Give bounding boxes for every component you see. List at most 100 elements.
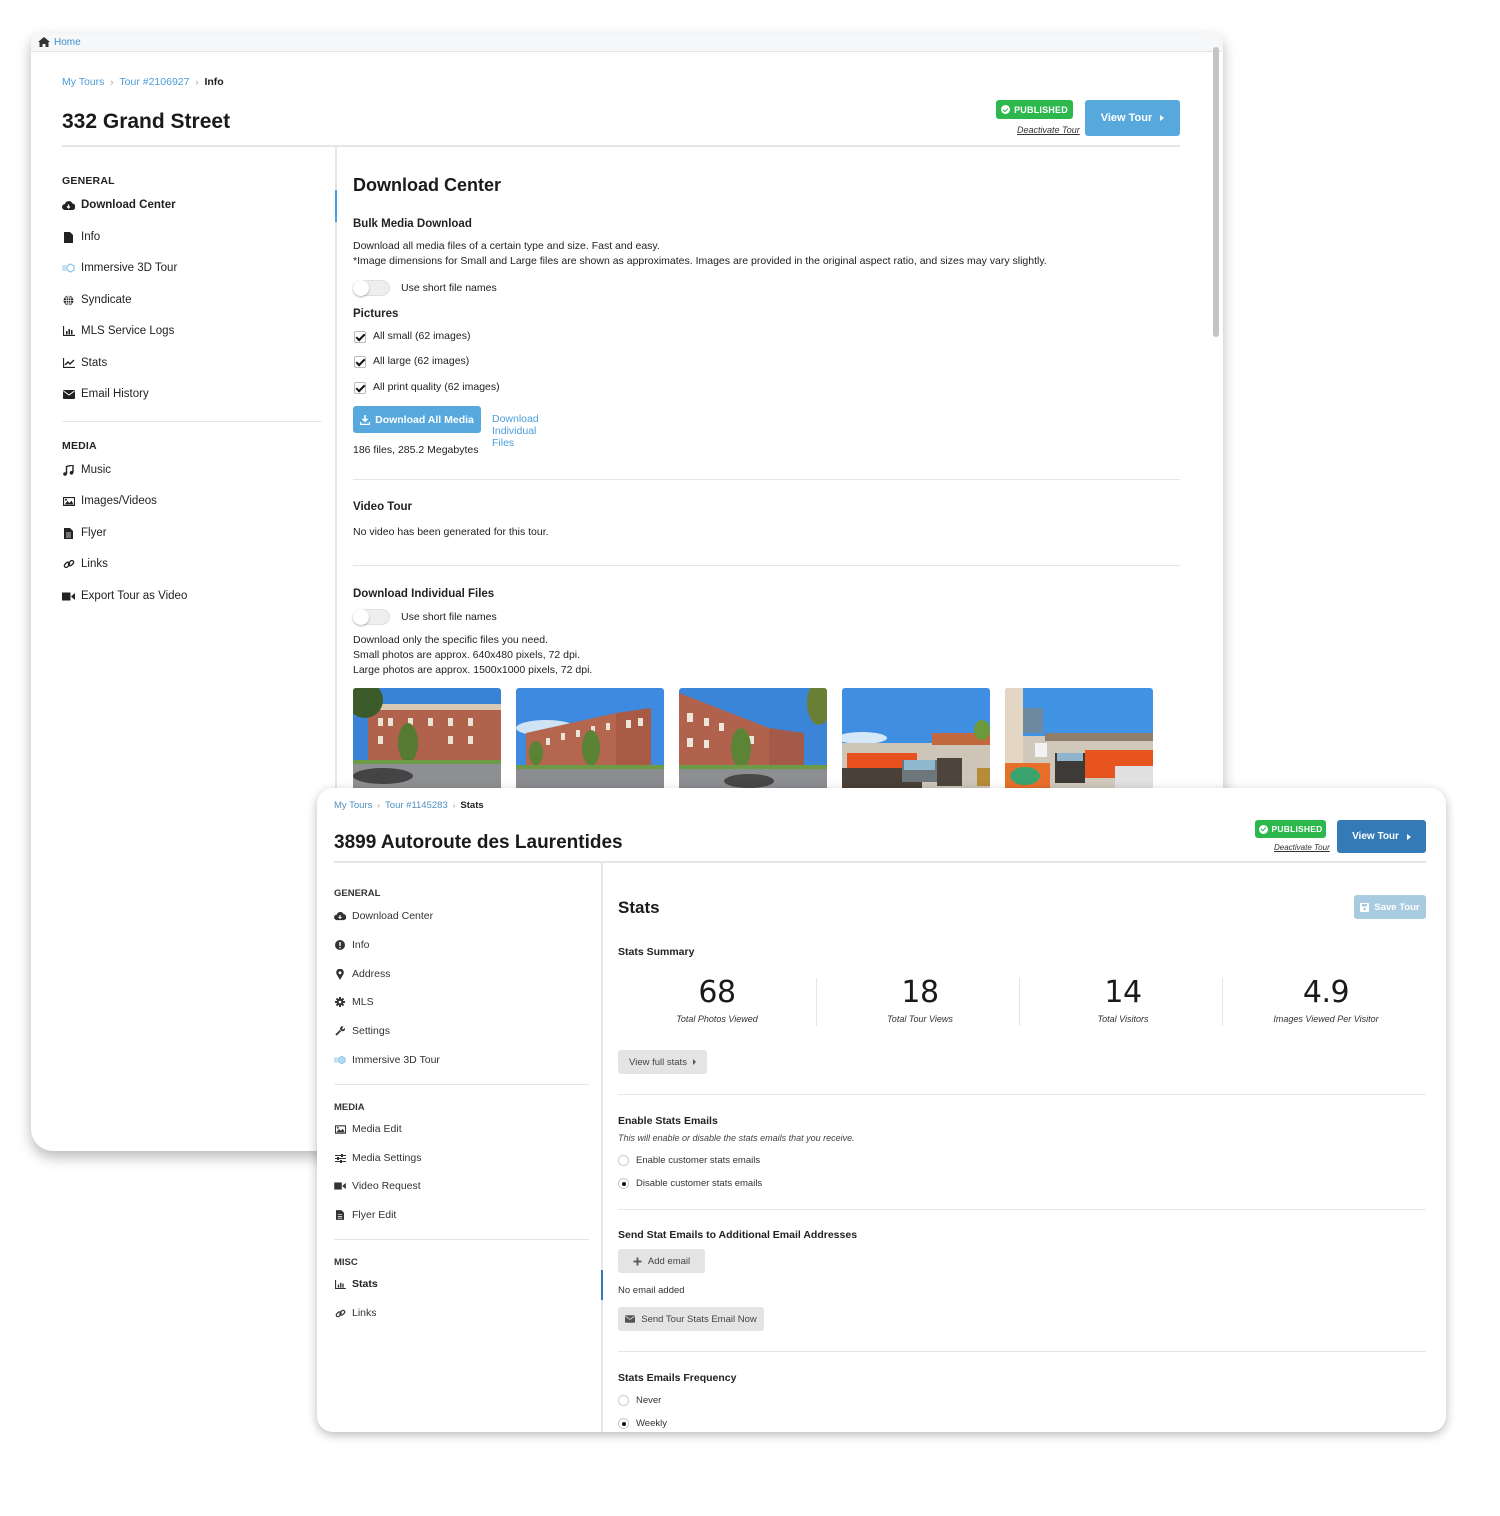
photo-thumbnail[interactable] <box>516 688 664 788</box>
view-tour-label: View Tour <box>1100 112 1153 124</box>
photo-thumbnail[interactable] <box>679 688 827 788</box>
radio-disable-customer-stats-emails[interactable] <box>618 1178 629 1189</box>
sidebar-item-label: Video Request <box>352 1180 421 1192</box>
sidebar-item-email-history[interactable]: Email History <box>62 388 149 400</box>
breadcrumb-tour[interactable]: Tour #1145283 <box>385 800 448 811</box>
sidebar-item-download-center[interactable]: Download Center <box>334 910 433 922</box>
sidebar-item-music[interactable]: Music <box>62 464 111 476</box>
sidebar-item-flyer[interactable]: Flyer <box>62 527 107 539</box>
individual-short-file-names-toggle[interactable] <box>353 609 390 625</box>
sidebar-item-export-tour-as-video[interactable]: Export Tour as Video <box>62 590 187 602</box>
view-full-stats-button[interactable]: View full stats <box>618 1050 707 1074</box>
scrollbar-thumb[interactable] <box>1213 47 1219 337</box>
stat-value: 18 <box>901 975 939 1010</box>
individual-files-heading: Download Individual Files <box>353 588 495 600</box>
sidebar-item-stats[interactable]: Stats <box>62 357 107 369</box>
radio-enable-customer-stats-emails[interactable] <box>618 1155 629 1166</box>
sidebar-item-info[interactable]: Info <box>62 231 100 243</box>
stat-total-visitors: 14 Total Visitors <box>1023 975 1223 1024</box>
bulk-download-heading: Bulk Media Download <box>353 218 472 230</box>
sidebar-item-label: Download Center <box>81 199 176 211</box>
radio-weekly[interactable] <box>618 1418 629 1429</box>
checkbox-all-small[interactable] <box>354 331 366 343</box>
sidebar-item-links[interactable]: Links <box>62 558 108 570</box>
checkbox-all-print-quality[interactable] <box>354 382 366 394</box>
breadcrumb-tour[interactable]: Tour #2106927 <box>119 76 189 88</box>
send-tour-stats-email-button[interactable]: Send Tour Stats Email Now <box>618 1307 764 1331</box>
sidebar-section-divider <box>334 1084 589 1085</box>
checkbox-label: All small (62 images) <box>373 330 471 342</box>
breadcrumb-my-tours[interactable]: My Tours <box>334 800 372 811</box>
sidebar-item-syndicate[interactable]: Syndicate <box>62 294 132 306</box>
breadcrumb-current: Info <box>204 76 224 88</box>
sidebar-item-images-videos[interactable]: Images/Videos <box>62 495 157 507</box>
sidebar-item-label: Images/Videos <box>81 495 157 507</box>
front-window: My Tours › Tour #1145283 › Stats 3899 Au… <box>317 788 1446 1432</box>
radio-never[interactable] <box>618 1395 629 1406</box>
caret-right-icon <box>1160 115 1165 121</box>
page-title: 3899 Autoroute des Laurentides <box>334 832 623 853</box>
active-section-indicator <box>601 1270 603 1300</box>
enable-stats-emails-heading: Enable Stats Emails <box>618 1115 718 1127</box>
no-email-text: No email added <box>618 1285 685 1296</box>
status-badge: PUBLISHED <box>1255 820 1326 838</box>
sidebar-item-label: Links <box>81 558 108 570</box>
townhouse-photo <box>516 688 664 788</box>
sidebar-item-stats[interactable]: Stats <box>334 1278 378 1290</box>
sidebar-item-mls-service-logs[interactable]: MLS Service Logs <box>62 325 174 337</box>
radio-label: Enable customer stats emails <box>636 1155 761 1166</box>
sidebar-item-info[interactable]: Info <box>334 939 370 951</box>
deactivate-tour-link[interactable]: Deactivate Tour <box>1017 125 1080 135</box>
sidebar-item-immersive-3d-tour[interactable]: Immersive 3D Tour <box>62 262 177 274</box>
download-all-media-button[interactable]: Download All Media <box>353 406 481 433</box>
add-email-button[interactable]: Add email <box>618 1249 705 1273</box>
breadcrumb-my-tours[interactable]: My Tours <box>62 76 104 88</box>
stat-label: Total Tour Views <box>887 1014 953 1024</box>
breadcrumb-separator: › <box>452 801 456 810</box>
short-file-names-toggle[interactable] <box>353 280 390 296</box>
download-icon <box>360 414 371 425</box>
bulk-download-note: *Image dimensions for Small and Large fi… <box>353 255 1047 267</box>
large-photo-spec: Large photos are approx. 1500x1000 pixel… <box>353 664 593 676</box>
sidebar-item-label: Media Settings <box>352 1152 422 1164</box>
frequency-heading: Stats Emails Frequency <box>618 1372 737 1384</box>
sidebar-item-settings[interactable]: Settings <box>334 1025 390 1037</box>
sidebar-item-links[interactable]: Links <box>334 1307 377 1319</box>
page-title: 332 Grand Street <box>62 110 231 133</box>
home-icon <box>38 37 50 47</box>
sidebar-item-media-settings[interactable]: Media Settings <box>334 1152 421 1164</box>
save-tour-label: Save Tour <box>1374 901 1420 913</box>
stat-value: 14 <box>1104 975 1142 1010</box>
info-circle-icon <box>334 940 346 951</box>
photo-thumbnail[interactable] <box>353 688 501 788</box>
view-tour-button[interactable]: View Tour <box>1337 820 1426 853</box>
stat-value: 68 <box>698 975 736 1010</box>
sidebar-item-video-request[interactable]: Video Request <box>334 1180 421 1192</box>
status-badge-label: PUBLISHED <box>1014 104 1068 115</box>
photo-thumbnail[interactable] <box>842 688 990 788</box>
photo-thumbnail[interactable] <box>1005 688 1153 788</box>
active-section-indicator <box>335 190 337 222</box>
view-tour-button[interactable]: View Tour <box>1085 100 1180 136</box>
sidebar-item-download-center[interactable]: Download Center <box>62 199 176 211</box>
map-pin-icon <box>334 968 346 980</box>
sidebar-item-mls[interactable]: MLS <box>334 996 374 1008</box>
file-icon <box>62 231 75 243</box>
save-tour-button[interactable]: Save Tour <box>1354 895 1426 919</box>
download-individual-files-link[interactable]: Download Individual Files <box>492 413 539 449</box>
stat-divider <box>1019 978 1020 1026</box>
deactivate-tour-link[interactable]: Deactivate Tour <box>1274 843 1330 852</box>
sidebar-item-address[interactable]: Address <box>334 968 391 980</box>
add-email-label: Add email <box>647 1255 691 1267</box>
3d-tour-icon <box>334 1055 346 1066</box>
sidebar-item-media-edit[interactable]: Media Edit <box>334 1123 402 1135</box>
sidebar-item-label: Syndicate <box>81 294 132 306</box>
stat-label: Total Photos Viewed <box>676 1014 758 1024</box>
stat-divider <box>1222 978 1223 1026</box>
stat-label: Total Visitors <box>1097 1014 1149 1024</box>
sidebar-item-immersive-3d-tour[interactable]: Immersive 3D Tour <box>334 1054 440 1066</box>
checkbox-all-large[interactable] <box>354 356 366 368</box>
sidebar-item-flyer-edit[interactable]: Flyer Edit <box>334 1209 396 1221</box>
home-link[interactable]: Home <box>54 37 81 48</box>
check-circle-icon <box>1001 105 1011 114</box>
